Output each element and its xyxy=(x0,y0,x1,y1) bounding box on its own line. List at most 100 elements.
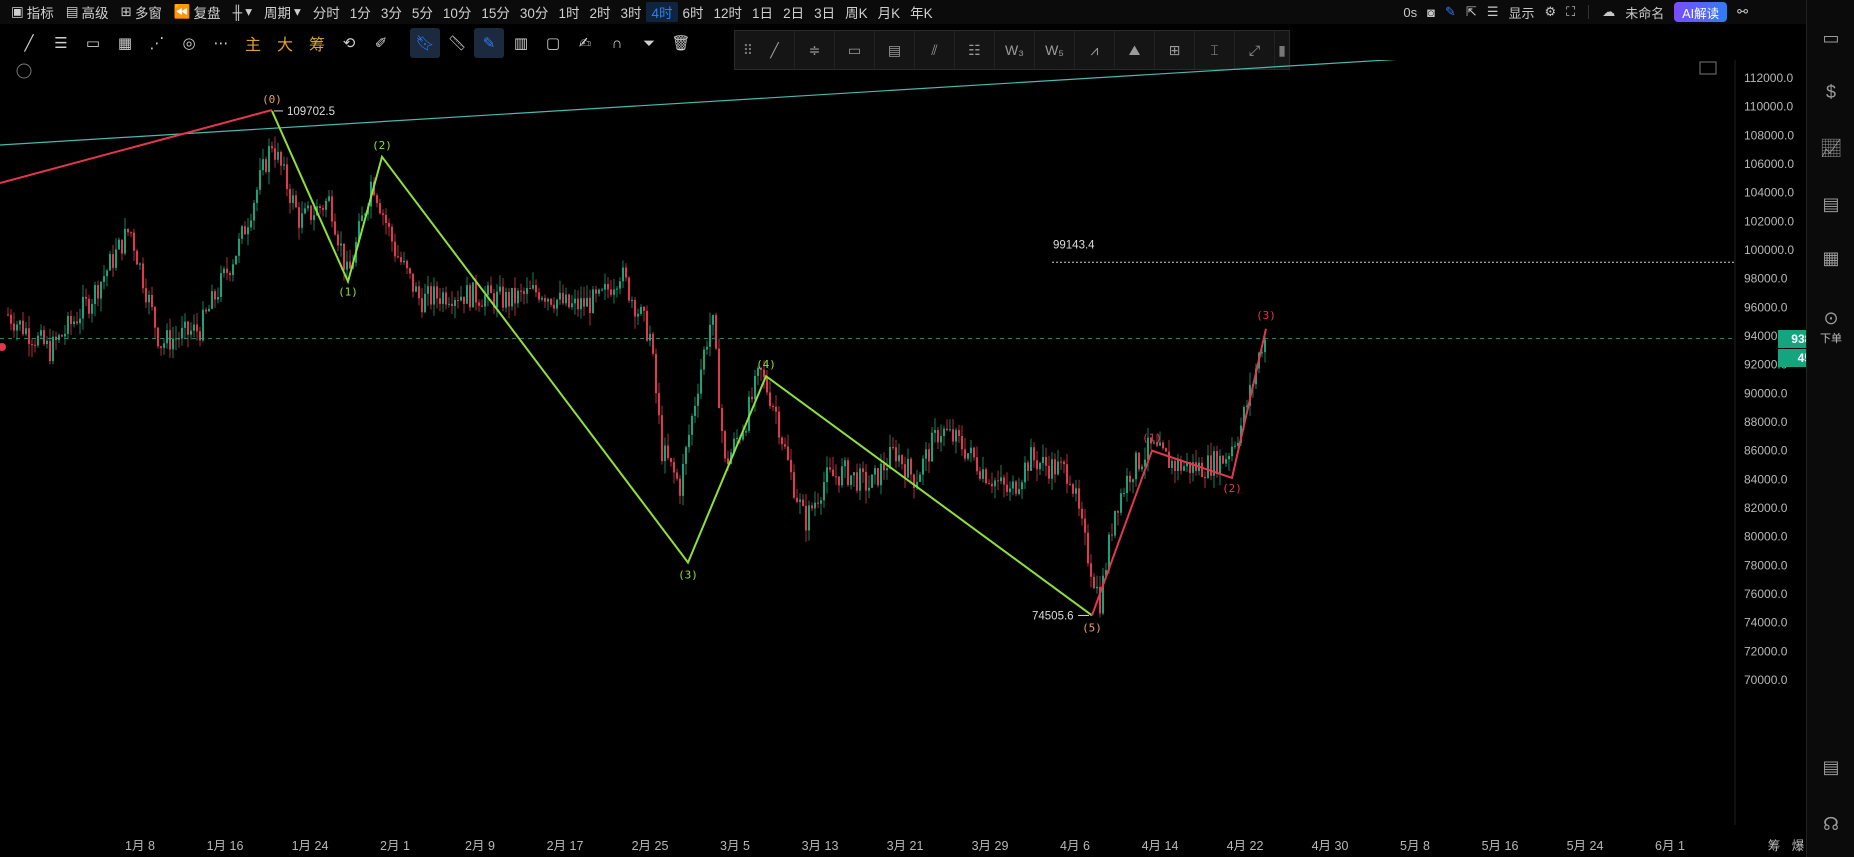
headset-icon[interactable]: ☊ xyxy=(1819,812,1843,836)
top-toolbar: ▣ 指标 ▤ 高级 ⊞ 多窗 ⏪ 复盘 ╫ ▾ 周期 ▾ 分时 1分 3分 5分 10分 15分 30分… xyxy=(0,0,1806,24)
period-15[interactable]: 3日 xyxy=(809,2,840,22)
candle-body xyxy=(376,195,378,204)
collapse-handle-icon[interactable]: ▮ xyxy=(1275,42,1289,59)
period-7[interactable]: 1时 xyxy=(553,2,584,22)
candle-body xyxy=(283,164,285,166)
period-9[interactable]: 3时 xyxy=(615,2,646,22)
screenshot-corner-icon xyxy=(1699,61,1717,75)
candle-body xyxy=(157,327,159,347)
drag-handle-icon[interactable]: ⠿ xyxy=(741,42,755,59)
trash-icon[interactable]: 🗑︎ xyxy=(666,28,696,58)
bookmark-icon[interactable]: 🔖︎ xyxy=(410,28,440,58)
period-5[interactable]: 15分 xyxy=(476,2,515,22)
candle-body xyxy=(286,164,288,189)
ruler-icon[interactable]: 📏︎ xyxy=(442,28,472,58)
display-button[interactable]: 显示 xyxy=(1508,3,1534,22)
pen-icon[interactable]: ✎ xyxy=(1445,4,1456,20)
corner-toggle[interactable]: 筹 xyxy=(1768,835,1781,854)
period-2[interactable]: 3分 xyxy=(376,2,407,22)
order-icon[interactable]: ⊙ xyxy=(1819,306,1843,330)
period-18[interactable]: 年K xyxy=(905,2,938,22)
clipboard-icon[interactable]: ▢ xyxy=(538,28,568,58)
candle-body xyxy=(433,286,435,305)
period-14[interactable]: 2日 xyxy=(778,2,809,22)
candle-body xyxy=(1228,456,1230,460)
candle-body xyxy=(94,285,96,304)
candle-body xyxy=(1081,508,1083,519)
period-17[interactable]: 月K xyxy=(873,2,906,22)
chart-type-button[interactable]: ╫ ▾ xyxy=(228,2,257,22)
candle-body xyxy=(1204,477,1206,479)
x-tick-label: 5月 16 xyxy=(1481,839,1519,853)
period-13[interactable]: 1日 xyxy=(747,2,778,22)
fullscreen-icon[interactable]: ⛶ xyxy=(1566,4,1575,20)
channel-tool-icon[interactable]: ▦ xyxy=(110,28,140,58)
candle-body xyxy=(751,396,753,400)
period-16[interactable]: 周K xyxy=(840,2,873,22)
rectangle-tool-icon[interactable]: ▭ xyxy=(78,28,108,58)
settings-list-icon[interactable]: ☰ xyxy=(1487,4,1499,20)
price-axis-bg xyxy=(1735,60,1806,825)
order-label[interactable]: 下单 xyxy=(1807,330,1854,346)
candle-body xyxy=(772,406,774,408)
fib-tool-icon[interactable]: ⋰ xyxy=(142,28,172,58)
dollar-doc-icon[interactable]: $ xyxy=(1819,80,1843,104)
spiral-tool-icon[interactable]: ◎ xyxy=(174,28,204,58)
x-tick-label: 3月 29 xyxy=(971,839,1009,853)
candle-body xyxy=(550,298,552,305)
chip-toggle[interactable]: 筹 xyxy=(302,31,332,55)
indicator-button[interactable]: ▣ 指标 xyxy=(6,2,59,22)
candle-body xyxy=(691,415,693,435)
period-10[interactable]: 4时 xyxy=(646,2,678,22)
y-tick-label: 96000.0 xyxy=(1744,300,1788,314)
replay-button[interactable]: ⏪ 复盘 xyxy=(169,2,226,22)
magnet-icon[interactable]: ∩ xyxy=(602,28,632,58)
pen-edit-icon[interactable]: ✐ xyxy=(366,28,396,58)
trend-icon[interactable]: 📈︎ xyxy=(1819,136,1843,160)
main-chart-toggle[interactable]: 主 xyxy=(238,31,268,55)
period-8[interactable]: 2时 xyxy=(584,2,615,22)
calendar-panel-icon[interactable]: ▦ xyxy=(1819,246,1843,270)
bar-chart-icon[interactable]: ▥ xyxy=(506,28,536,58)
period-11[interactable]: 6时 xyxy=(678,2,709,22)
period-4[interactable]: 10分 xyxy=(438,2,477,22)
candle-body xyxy=(673,462,675,473)
note-icon[interactable]: ✍ xyxy=(570,28,600,58)
period-button[interactable]: 周期 ▾ xyxy=(259,2,306,22)
more-tools-icon[interactable]: ⋯ xyxy=(206,28,236,58)
corner-toggle[interactable]: 爆 xyxy=(1792,835,1805,854)
filter-icon[interactable]: ⏷ xyxy=(634,28,664,58)
price-chart[interactable]: 99143.4 (1) (2) (3) (4) (0) (5) (1) (2) (3) 109702… xyxy=(0,60,1806,825)
candle-body xyxy=(1018,489,1020,494)
candle-body xyxy=(1174,460,1176,471)
notes-icon[interactable]: ▤ xyxy=(1819,755,1843,779)
monitor-icon[interactable]: ▤ xyxy=(1819,192,1843,216)
draw-mode-icon[interactable]: ✎ xyxy=(474,28,504,58)
camera-icon[interactable]: ◙ xyxy=(1427,5,1435,20)
gear-icon[interactable]: ⚙ xyxy=(1545,4,1557,20)
advanced-button[interactable]: ▤ 高级 xyxy=(61,2,114,22)
period-6[interactable]: 30分 xyxy=(515,2,554,22)
horizontal-lines-tool-icon[interactable]: ☰ xyxy=(46,28,76,58)
candle-body xyxy=(10,314,12,324)
multi-window-button[interactable]: ⊞ 多窗 xyxy=(116,2,167,22)
candle-body xyxy=(127,228,129,233)
big-order-toggle[interactable]: 大 xyxy=(270,31,300,55)
sync-icon[interactable]: ⟲ xyxy=(334,28,364,58)
ai-read-button[interactable]: AI解读 xyxy=(1674,2,1728,22)
drawing-toolbar: ╱ ☰ ▭ ▦ ⋰ ◎ ⋯ 主 大 筹 ⟲ ✐ 🔖︎ 📏︎ ✎ ▥ ▢ ✍ ∩ … xyxy=(0,26,740,60)
wave-label: (4) xyxy=(756,358,776,371)
period-3[interactable]: 5分 xyxy=(407,2,438,22)
trend-line-tool-icon[interactable]: ╱ xyxy=(14,28,44,58)
layout-name-button[interactable]: 未命名 xyxy=(1625,3,1664,22)
candle-body xyxy=(964,449,966,459)
share-icon[interactable]: ⇱ xyxy=(1466,4,1477,20)
candle-body xyxy=(946,428,948,431)
share-network-icon[interactable]: ⚯ xyxy=(1737,4,1748,20)
candle-body xyxy=(1003,477,1005,485)
period-1[interactable]: 1分 xyxy=(345,2,376,22)
period-0[interactable]: 分时 xyxy=(308,2,345,22)
list-icon[interactable]: ▭ xyxy=(1819,26,1843,50)
candle-body xyxy=(1087,532,1089,564)
period-12[interactable]: 12时 xyxy=(709,2,748,22)
